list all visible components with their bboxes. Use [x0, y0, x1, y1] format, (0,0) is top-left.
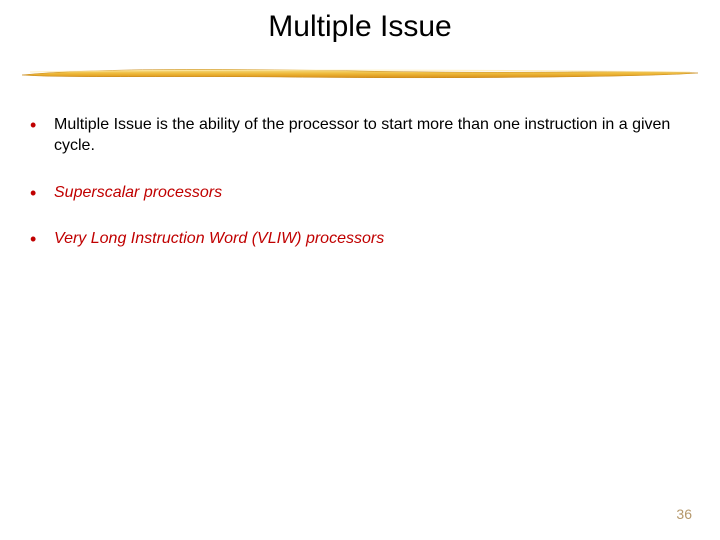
list-item-text: Very Long Instruction Word (VLIW) proces…	[54, 229, 690, 250]
bullet-icon: •	[30, 183, 54, 204]
page-title: Multiple Issue	[0, 10, 720, 44]
page-number: 36	[676, 506, 692, 522]
title-divider	[20, 66, 700, 80]
bullet-icon: •	[30, 229, 54, 250]
list-item-text: Superscalar processors	[54, 183, 690, 204]
bullet-icon: •	[30, 115, 54, 157]
list-item: • Superscalar processors	[30, 183, 690, 204]
brush-underline-icon	[20, 66, 700, 80]
list-item: • Very Long Instruction Word (VLIW) proc…	[30, 229, 690, 250]
bullet-list: • Multiple Issue is the ability of the p…	[30, 115, 690, 276]
list-item: • Multiple Issue is the ability of the p…	[30, 115, 690, 157]
list-item-text: Multiple Issue is the ability of the pro…	[54, 115, 690, 157]
slide: Multiple Issue • Multiple Issue is the a…	[0, 0, 720, 540]
